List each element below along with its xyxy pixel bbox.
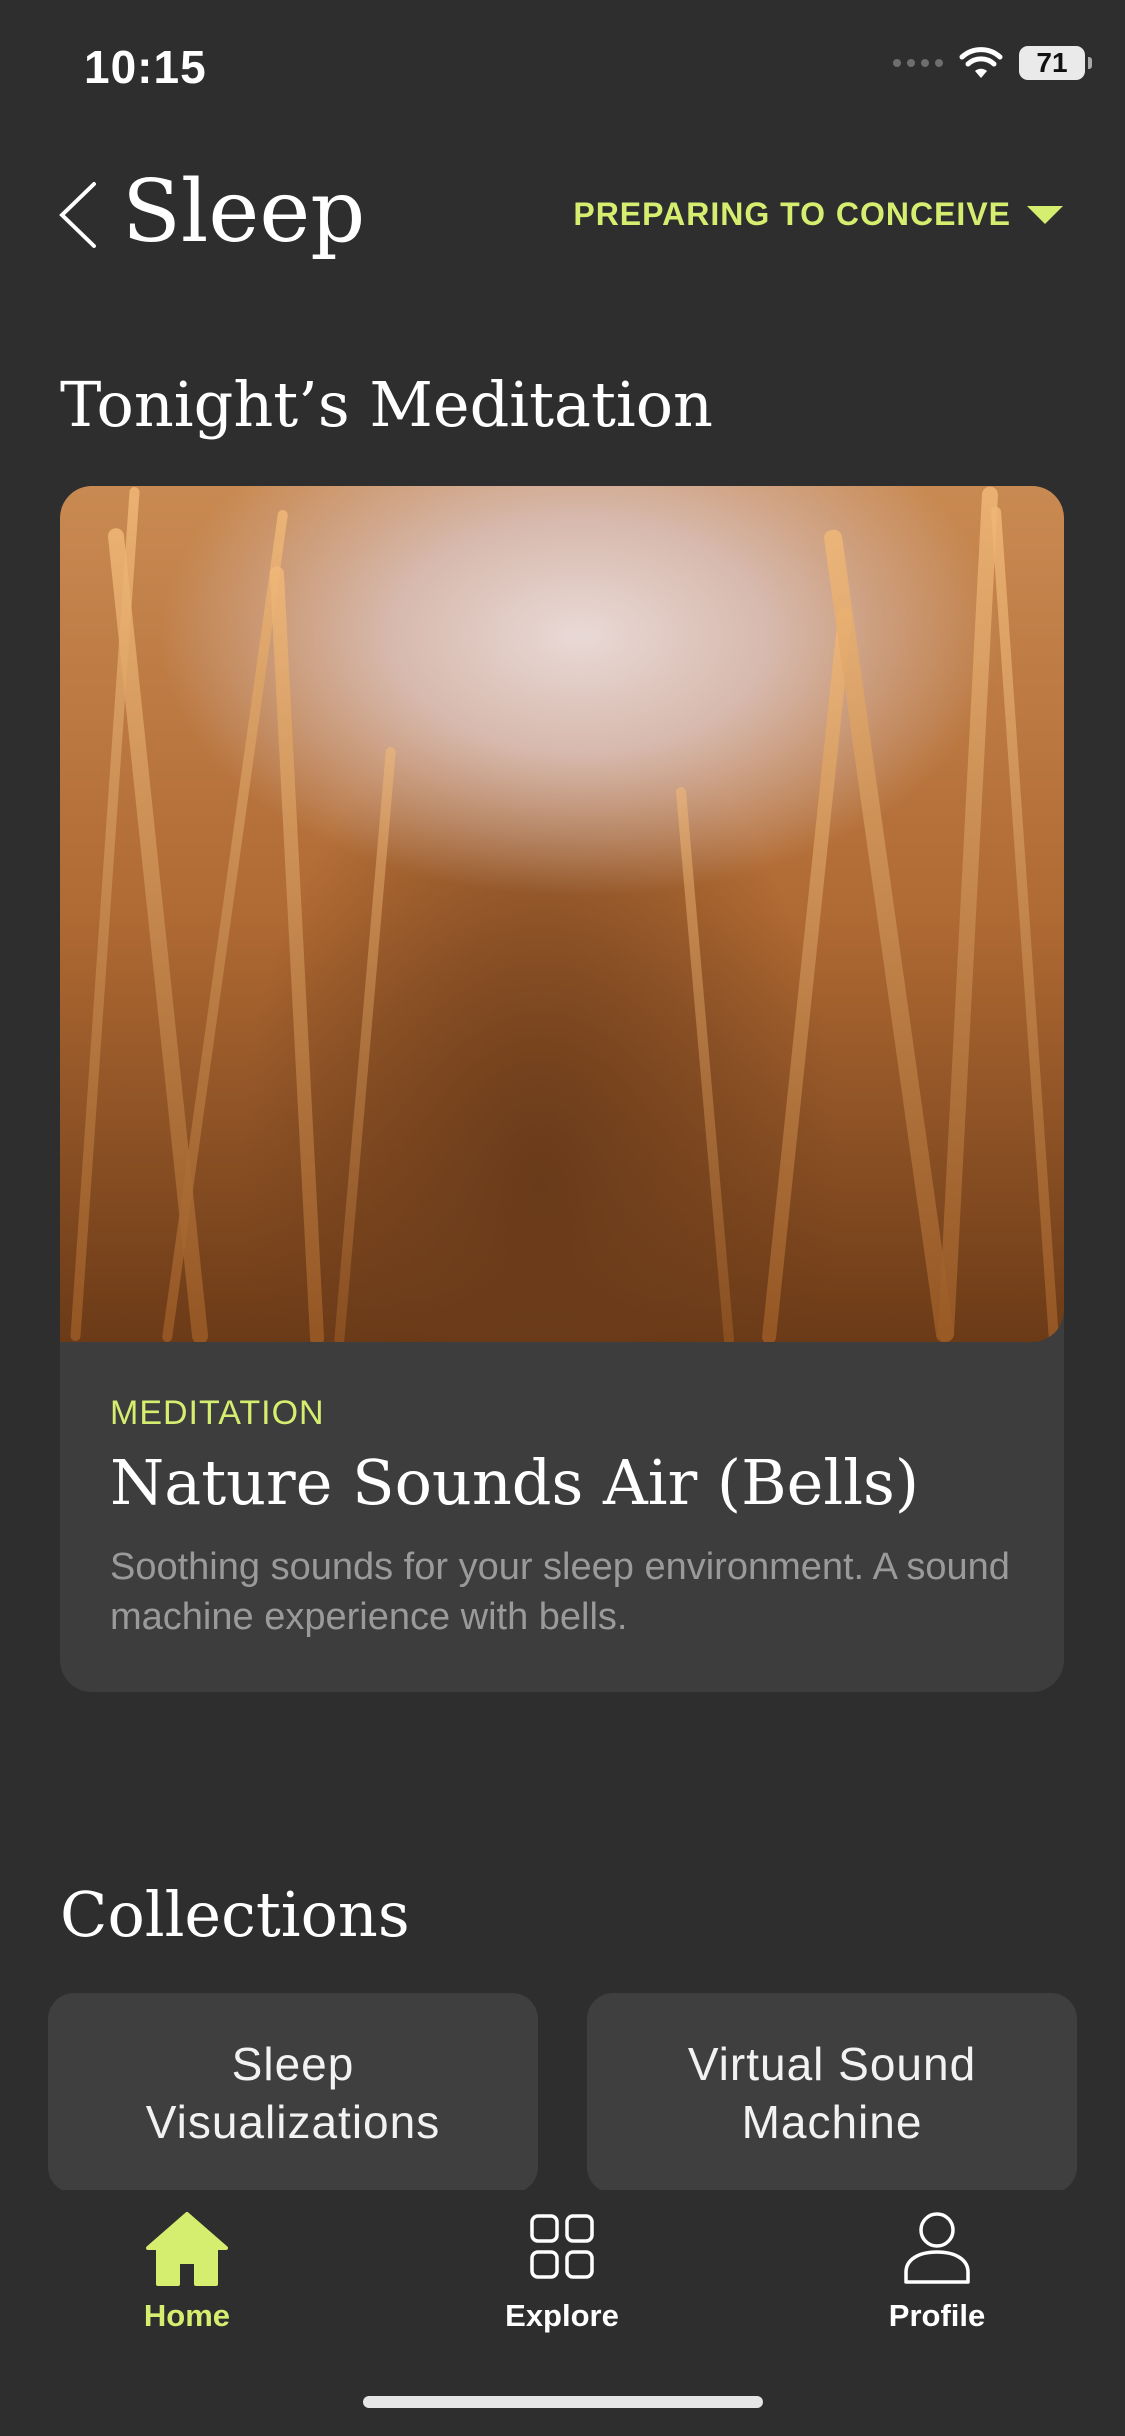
collection-card-sleep-visualizations[interactable]: Sleep Visualizations: [48, 1993, 538, 2193]
meditation-card-body: MEDITATION Nature Sounds Air (Bells) Soo…: [60, 1342, 1064, 1692]
status-time: 10:15: [84, 41, 207, 93]
tab-explore-label: Explore: [505, 2298, 619, 2333]
meditation-kind-label: MEDITATION: [110, 1394, 325, 1432]
collection-card-label: Virtual Sound Machine: [687, 2038, 977, 2148]
cellular-signal-icon: [893, 59, 943, 67]
collection-card-virtual-sound-machine[interactable]: Virtual Sound Machine: [587, 1993, 1077, 2193]
home-indicator[interactable]: [363, 2396, 763, 2408]
tab-home-label: Home: [143, 2298, 231, 2333]
home-icon: [146, 2212, 228, 2286]
tab-profile-label: Profile: [888, 2298, 986, 2333]
page-title: Sleep: [122, 162, 366, 262]
meditation-description: Soothing sounds for your sleep environme…: [110, 1546, 1010, 1638]
section-heading-collections: Collections: [60, 1878, 410, 1951]
battery-icon: 71: [1019, 46, 1092, 80]
meditation-title: Nature Sounds Air (Bells): [110, 1446, 920, 1519]
wheat-field-photo: [60, 486, 1064, 1342]
status-indicators: 71: [893, 46, 1092, 80]
tab-home[interactable]: Home: [77, 2210, 297, 2334]
wifi-icon: [959, 47, 1003, 78]
meditation-card[interactable]: MEDITATION Nature Sounds Air (Bells) Soo…: [60, 486, 1064, 1692]
collection-card-label: Sleep Visualizations: [145, 2038, 441, 2148]
back-chevron-icon[interactable]: [56, 180, 102, 250]
grid-icon: [530, 2214, 594, 2279]
tab-profile[interactable]: Profile: [827, 2210, 1047, 2334]
section-heading-tonight: Tonight’s Meditation: [60, 368, 713, 441]
tab-explore[interactable]: Explore: [452, 2210, 672, 2334]
person-icon: [904, 2212, 970, 2284]
stage-dropdown-label: PREPARING TO CONCEIVE: [573, 196, 1011, 232]
stage-dropdown[interactable]: PREPARING TO CONCEIVE: [573, 196, 1063, 233]
caret-down-icon: [1027, 205, 1063, 224]
